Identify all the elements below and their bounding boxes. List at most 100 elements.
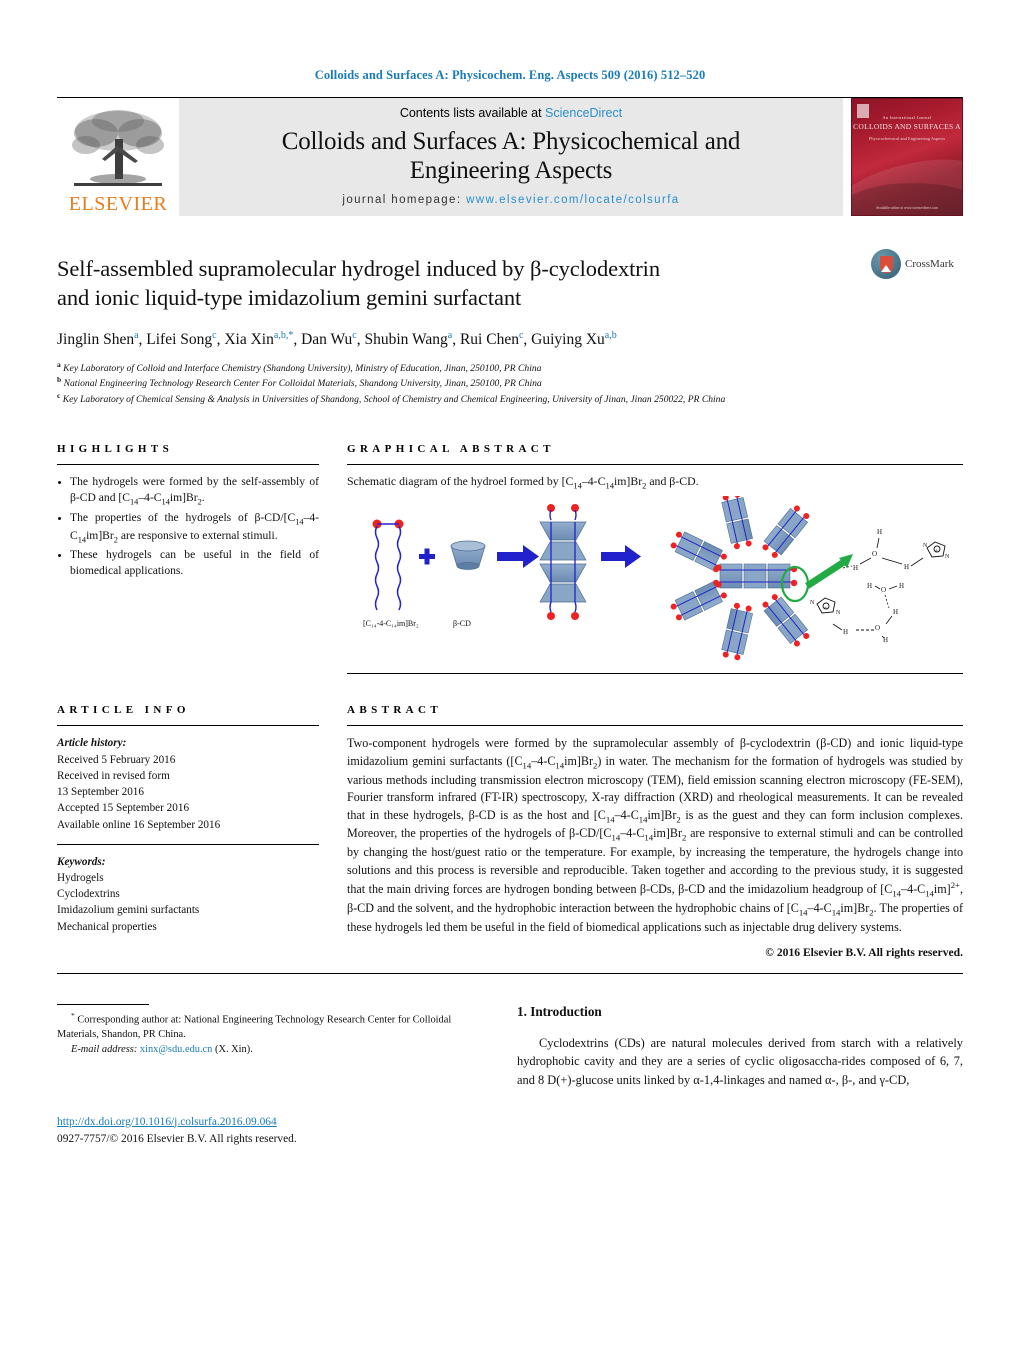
article-history-label: Article history: <box>57 737 127 750</box>
journal-article-page: Colloids and Surfaces A: Physicochem. En… <box>0 0 1020 1351</box>
cover-art: An International Journal COLLOIDS AND SU… <box>851 98 963 216</box>
crossmark-label: CrossMark <box>905 258 954 270</box>
cover-line1: An International Journal <box>882 115 932 120</box>
sciencedirect-link[interactable]: ScienceDirect <box>545 106 622 120</box>
doi-block: http://dx.doi.org/10.1016/j.colsurfa.201… <box>57 1114 297 1148</box>
article-info-heading: ARTICLE INFO <box>57 704 190 717</box>
journal-title: Colloids and Surfaces A: Physicochemical… <box>281 127 741 186</box>
contents-available-line: Contents lists available at ScienceDirec… <box>400 106 622 120</box>
svg-text:N: N <box>945 554 950 560</box>
surfactant-molecule-icon <box>372 519 404 611</box>
history-accepted: Accepted 15 September 2016 <box>57 802 190 815</box>
homepage-label: journal homepage: <box>342 194 462 207</box>
history-revised-label: Received in revised form <box>57 769 170 782</box>
email-label: E-mail address: <box>71 1044 138 1056</box>
corresponding-author-text: Corresponding author at: National Engine… <box>57 1014 452 1041</box>
graphical-abstract-section: GRAPHICAL ABSTRACT Schematic diagram of … <box>347 442 963 675</box>
graphical-abstract-divider <box>347 463 963 465</box>
doi-link[interactable]: http://dx.doi.org/10.1016/j.colsurfa.201… <box>57 1116 277 1128</box>
list-item: The hydrogels were formed by the self-as… <box>70 474 319 509</box>
issn-copyright: 0927-7757/© 2016 Elsevier B.V. All right… <box>57 1132 297 1145</box>
articleinfo-abstract-row: ARTICLE INFO Article history: Received 5… <box>57 704 964 959</box>
elsevier-wordmark: ELSEVIER <box>68 193 168 215</box>
keywords-label: Keywords: <box>57 855 106 868</box>
keywords-block: Keywords: Hydrogels Cyclodextrins Imidaz… <box>57 854 319 935</box>
journal-title-band: Contents lists available at ScienceDirec… <box>179 98 843 216</box>
cover-text: An International Journal COLLOIDS AND SU… <box>852 115 962 142</box>
footnote-column: * Corresponding author at: National Engi… <box>57 1003 489 1164</box>
svg-text:O: O <box>875 624 880 632</box>
highlights-list: The hydrogels were formed by the self-as… <box>57 474 319 580</box>
copyright-line: © 2016 Elsevier B.V. All rights reserved… <box>765 945 963 959</box>
elsevier-logo: ELSEVIER <box>57 98 179 216</box>
introduction-section: 1. Introduction Cyclodextrins (CDs) are … <box>517 1004 963 1164</box>
svg-text:+: + <box>935 549 938 554</box>
email-link[interactable]: xinx@sdu.edu.cn <box>140 1044 212 1055</box>
svg-text:N: N <box>836 610 841 616</box>
plus-sign-icon <box>419 548 435 565</box>
keyword-item: Imidazolium gemini surfactants <box>57 904 200 917</box>
svg-text:+: + <box>824 606 827 611</box>
list-item: These hydrogels can be useful in the fie… <box>70 547 319 580</box>
svg-text:N: N <box>810 600 815 606</box>
history-online: Available online 16 September 2016 <box>57 818 221 831</box>
cover-bottom-line: Available online at www.sciencedirect.co… <box>875 206 939 210</box>
cover-line3: Physicochemical and Engineering Aspects <box>868 136 946 142</box>
introduction-heading: 1. Introduction <box>517 1003 602 1019</box>
green-arrow-icon <box>805 554 853 590</box>
abstract-section: ABSTRACT Two-component hydrogels were fo… <box>347 704 964 959</box>
introduction-text: Cyclodextrins (CDs) are natural molecule… <box>517 1035 963 1087</box>
svg-text:H: H <box>867 582 872 590</box>
svg-text:H: H <box>853 564 858 572</box>
svg-text:O: O <box>872 550 877 558</box>
contents-prefix: Contents lists available at <box>399 105 546 120</box>
abstract-heading: ABSTRACT <box>347 704 443 717</box>
cover-line2: COLLOIDS AND SURFACES A <box>853 122 961 131</box>
highlights-section: HIGHLIGHTS The hydrogels were formed by … <box>57 443 319 674</box>
article-history-block: Article history: Received 5 February 201… <box>57 735 319 832</box>
svg-text:N: N <box>923 543 928 549</box>
affiliation-a: a Key Laboratory of Colloid and Interfac… <box>57 359 542 374</box>
keyword-item: Hydrogels <box>57 871 104 884</box>
highlights-heading: HIGHLIGHTS <box>57 442 174 455</box>
graphical-abstract-heading: GRAPHICAL ABSTRACT <box>347 442 555 455</box>
journal-homepage: journal homepage: www.elsevier.com/locat… <box>342 194 679 206</box>
keywords-divider <box>57 843 319 845</box>
inclusion-complex-icon <box>539 504 587 621</box>
crossmark-badge[interactable]: CrossMark <box>871 249 963 279</box>
email-owner: (X. Xin). <box>214 1044 253 1056</box>
page-title: Self-assembled supramolecular hydrogel i… <box>57 254 847 313</box>
corresponding-author-note: * Corresponding author at: National Engi… <box>57 1010 452 1056</box>
journal-title-line2: Engineering Aspects <box>409 156 613 184</box>
article-info-section: ARTICLE INFO Article history: Received 5… <box>57 704 319 958</box>
journal-header: ELSEVIER Contents lists available at Sci… <box>57 98 963 216</box>
svg-text:H: H <box>843 628 848 636</box>
crossmark-icon <box>871 249 901 279</box>
affiliation-a-text: Key Laboratory of Colloid and Interface … <box>63 362 542 374</box>
list-item: The properties of the hydrogels of β-CD/… <box>70 510 319 546</box>
svg-text:H: H <box>877 528 882 536</box>
affiliation-b: b National Engineering Technology Resear… <box>57 375 542 390</box>
bottom-divider <box>57 972 963 974</box>
label-surfactant: [C₁₄-4-C₁₄im]Br₂ <box>363 619 419 628</box>
graphical-abstract-bottom-divider <box>347 673 963 675</box>
history-revised-date: 13 September 2016 <box>57 786 144 799</box>
affiliation-c: c Key Laboratory of Chemical Sensing & A… <box>57 391 726 406</box>
abstract-divider <box>347 725 963 727</box>
homepage-url-link[interactable]: www.elsevier.com/locate/colsurfa <box>466 194 680 206</box>
title-line2: and ionic liquid-type imidazolium gemini… <box>57 285 522 311</box>
highlights-graphical-row: HIGHLIGHTS The hydrogels were formed by … <box>57 442 963 675</box>
graphical-abstract-figure: [C₁₄-4-C₁₄im]Br₂ β-CD H O H H N N + H O … <box>363 492 950 661</box>
keyword-item: Mechanical properties <box>57 920 157 933</box>
affiliation-list: a Key Laboratory of Colloid and Interfac… <box>57 360 963 407</box>
history-received: Received 5 February 2016 <box>57 753 176 766</box>
highlights-divider <box>57 463 319 465</box>
abstract-text: Two-component hydrogels were formed by t… <box>347 736 964 935</box>
elsevier-tree-icon <box>72 110 164 186</box>
svg-text:H: H <box>899 582 904 590</box>
affiliation-c-text: Key Laboratory of Chemical Sensing & Ana… <box>62 394 726 406</box>
affiliation-b-text: National Engineering Technology Research… <box>63 378 542 390</box>
keyword-item: Cyclodextrins <box>57 888 120 901</box>
hydrogel-network-icon <box>670 492 810 661</box>
journal-title-line1: Colloids and Surfaces A: Physicochemical… <box>281 127 741 155</box>
